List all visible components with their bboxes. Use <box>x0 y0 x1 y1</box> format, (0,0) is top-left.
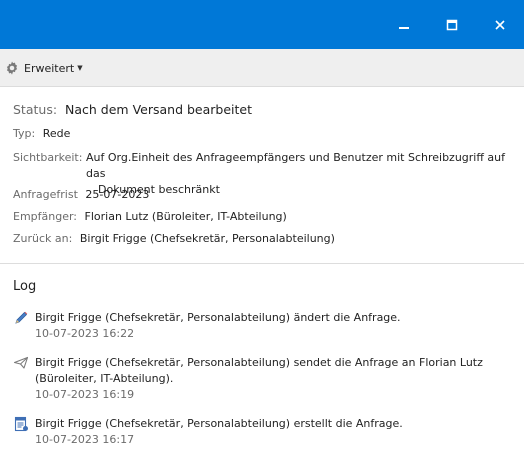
log-entry-text: Birgit Frigge (Chefsekretär, Personalabt… <box>35 355 505 403</box>
visibility-value-line1: Auf Org.Einheit des Anfrageempfängers un… <box>86 151 506 180</box>
toolbar: Erweitert ▼ <box>0 49 524 87</box>
close-icon <box>495 19 505 30</box>
status-value: Nach dem Versand bearbeitet <box>65 102 253 117</box>
recipient-row: Empfänger: Florian Lutz (Büroleiter, IT-… <box>13 209 513 225</box>
maximize-button[interactable] <box>429 0 475 49</box>
type-label: Typ: <box>13 127 36 140</box>
log-entry-timestamp: 10-07-2023 16:17 <box>35 433 135 446</box>
close-button[interactable] <box>477 0 523 49</box>
log-entry-text: Birgit Frigge (Chefsekretär, Personalabt… <box>35 416 505 448</box>
deadline-value: 25-07-2023 <box>85 188 150 201</box>
status-label: Status: <box>13 102 58 117</box>
recipient-value: Florian Lutz (Büroleiter, IT-Abteilung) <box>84 210 287 223</box>
pencil-icon <box>15 311 28 324</box>
log-entry-text: Birgit Frigge (Chefsekretär, Personalabt… <box>35 310 505 342</box>
visibility-label: Sichtbarkeit: <box>13 151 83 164</box>
log-entry: Birgit Frigge (Chefsekretär, Personalabt… <box>13 355 513 407</box>
type-row: Typ: Rede <box>13 126 513 142</box>
log-entry-timestamp: 10-07-2023 16:19 <box>35 388 135 401</box>
title-bar <box>0 0 524 49</box>
gear-icon <box>6 61 18 75</box>
return-row: Zurück an: Birgit Frigge (Chefsekretär, … <box>13 231 513 247</box>
advanced-menu-button[interactable]: Erweitert ▼ <box>5 60 83 76</box>
chevron-down-icon: ▼ <box>77 64 83 72</box>
log-entry-message: Birgit Frigge (Chefsekretär, Personalabt… <box>35 417 403 430</box>
deadline-label: Anfragefrist <box>13 188 78 201</box>
minimize-button[interactable] <box>381 0 427 49</box>
log-title: Log <box>13 279 37 294</box>
visibility-row: Sichtbarkeit: Auf Org.Einheit des Anfrag… <box>13 150 513 196</box>
return-label: Zurück an: <box>13 232 73 245</box>
log-entry-timestamp: 10-07-2023 16:22 <box>35 327 135 340</box>
status-row: Status: Nach dem Versand bearbeitet <box>13 102 252 117</box>
maximize-icon <box>446 19 458 30</box>
send-icon <box>13 356 29 369</box>
log-panel: Log Birgit Frigge (Chefsekretär, Persona… <box>0 265 524 457</box>
log-entry-message: Birgit Frigge (Chefsekretär, Personalabt… <box>35 356 483 369</box>
return-value: Birgit Frigge (Chefsekretär, Personalabt… <box>79 232 335 245</box>
document-create-icon <box>14 416 28 432</box>
log-entry-message-line2: (Büroleiter, IT-Abteilung). <box>35 372 174 385</box>
advanced-menu-label: Erweitert <box>24 61 75 75</box>
log-entry: Birgit Frigge (Chefsekretär, Personalabt… <box>13 310 513 346</box>
details-panel: Status: Nach dem Versand bearbeitet Typ:… <box>0 88 524 264</box>
minimize-icon <box>399 26 409 29</box>
recipient-label: Empfänger: <box>13 210 78 223</box>
log-entry: Birgit Frigge (Chefsekretär, Personalabt… <box>13 416 513 452</box>
deadline-row: Anfragefrist 25-07-2023 <box>13 187 513 203</box>
type-value: Rede <box>42 127 71 140</box>
log-entry-message: Birgit Frigge (Chefsekretär, Personalabt… <box>35 311 401 324</box>
